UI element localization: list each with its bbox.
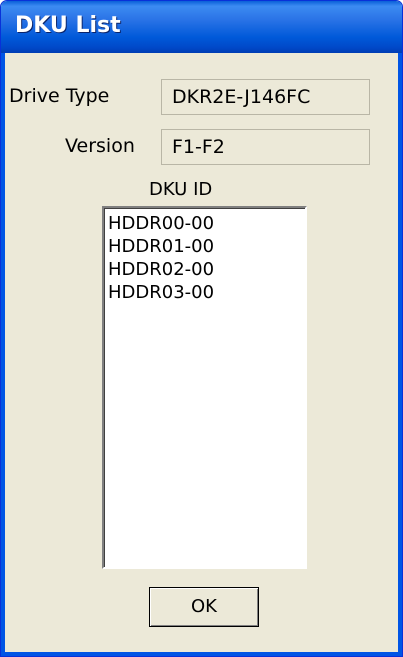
- version-label: Version: [65, 135, 135, 157]
- list-item[interactable]: HDDR01-00: [108, 235, 301, 258]
- ok-button[interactable]: OK: [149, 587, 259, 627]
- title-bar[interactable]: DKU List: [1, 1, 402, 53]
- drive-type-label: Drive Type: [9, 85, 110, 107]
- window-frame-left: [1, 53, 5, 656]
- version-field: F1-F2: [161, 129, 370, 165]
- drive-type-field: DKR2E-J146FC: [161, 79, 370, 115]
- dku-list-dialog: DKU List Drive Type DKR2E-J146FC Version…: [0, 0, 403, 657]
- window-frame-right: [398, 53, 402, 656]
- list-item[interactable]: HDDR03-00: [108, 281, 301, 304]
- dku-id-listbox[interactable]: HDDR00-00 HDDR01-00 HDDR02-00 HDDR03-00: [102, 206, 307, 569]
- list-item[interactable]: HDDR02-00: [108, 258, 301, 281]
- list-item[interactable]: HDDR00-00: [108, 212, 301, 235]
- window-frame-bottom: [1, 652, 402, 656]
- dku-id-label: DKU ID: [149, 179, 213, 200]
- window-title: DKU List: [15, 13, 121, 38]
